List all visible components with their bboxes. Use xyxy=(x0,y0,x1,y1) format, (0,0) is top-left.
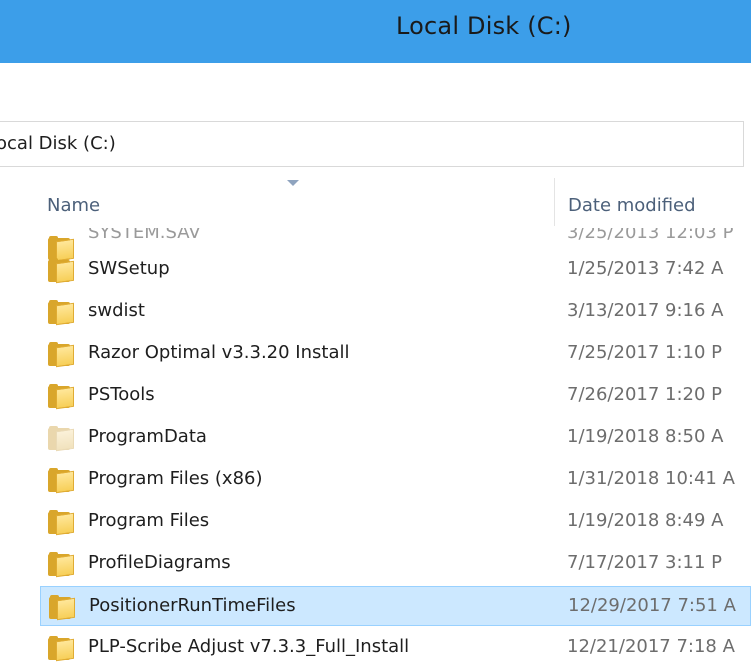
list-item[interactable]: Razor Optimal v3.3.20 Install 7/25/2017 … xyxy=(40,334,751,374)
item-date: 1/19/2018 8:50 A xyxy=(567,426,724,447)
folder-icon xyxy=(48,636,74,662)
item-name: SWSetup xyxy=(88,258,170,279)
item-name: swdist xyxy=(88,300,145,321)
item-name: Program Files xyxy=(88,510,210,531)
item-name: PositionerRunTimeFiles xyxy=(89,595,296,616)
window-title: Local Disk (C:) xyxy=(396,12,572,40)
folder-icon xyxy=(48,552,74,578)
list-item[interactable]: PSTools 7/26/2017 1:20 P xyxy=(40,376,751,416)
ribbon-area xyxy=(0,63,751,119)
folder-icon xyxy=(49,595,75,621)
list-item[interactable]: ProfileDiagrams 7/17/2017 3:11 P xyxy=(40,544,751,584)
item-name: PLP-Scribe Adjust v7.3.3_Full_Install xyxy=(88,636,410,657)
column-divider[interactable] xyxy=(554,178,555,226)
folder-hidden-icon xyxy=(48,426,74,452)
item-name: ProgramData xyxy=(88,426,207,447)
list-item[interactable]: ProgramData 1/19/2018 8:50 A xyxy=(40,418,751,458)
list-item-selected[interactable]: PositionerRunTimeFiles 12/29/2017 7:51 A xyxy=(40,586,751,626)
folder-icon xyxy=(48,258,74,284)
item-name: SYSTEM.SAV xyxy=(88,228,201,243)
item-date: 1/25/2013 7:42 A xyxy=(567,258,724,279)
item-name: Program Files (x86) xyxy=(88,468,263,489)
column-header-date-modified[interactable]: Date modified xyxy=(568,195,696,216)
folder-icon xyxy=(48,384,74,410)
item-name: Razor Optimal v3.3.20 Install xyxy=(88,342,350,363)
item-name: ProfileDiagrams xyxy=(88,552,231,573)
list-item[interactable]: PLP-Scribe Adjust v7.3.3_Full_Install 12… xyxy=(40,628,751,665)
address-path[interactable]: ocal Disk (C:) xyxy=(0,133,116,154)
item-name: PSTools xyxy=(88,384,155,405)
title-bar[interactable]: Local Disk (C:) xyxy=(0,0,751,63)
sort-descending-icon xyxy=(287,180,299,186)
column-header-name[interactable]: Name xyxy=(47,195,100,216)
item-date: 7/26/2017 1:20 P xyxy=(567,384,723,405)
item-date: 7/17/2017 3:11 P xyxy=(567,552,723,573)
list-item[interactable]: Program Files 1/19/2018 8:49 A xyxy=(40,502,751,542)
folder-icon xyxy=(48,468,74,494)
item-date: 12/29/2017 7:51 A xyxy=(568,595,736,616)
folder-icon xyxy=(48,342,74,368)
list-item[interactable]: Program Files (x86) 1/31/2018 10:41 A xyxy=(40,460,751,500)
file-list: SYSTEM.SAV 3/25/2013 12:03 P SWSetup 1/2… xyxy=(0,228,751,665)
folder-icon xyxy=(48,300,74,326)
column-header-row: Name Date modified xyxy=(0,178,751,228)
item-date: 3/25/2013 12:03 P xyxy=(567,228,734,243)
address-bar[interactable]: ocal Disk (C:) xyxy=(0,121,744,167)
item-date: 7/25/2017 1:10 P xyxy=(567,342,723,363)
item-date: 1/19/2018 8:49 A xyxy=(567,510,724,531)
item-date: 1/31/2018 10:41 A xyxy=(567,468,735,489)
list-item[interactable]: SWSetup 1/25/2013 7:42 A xyxy=(40,250,751,290)
folder-icon xyxy=(48,510,74,536)
item-date: 3/13/2017 9:16 A xyxy=(567,300,724,321)
item-date: 12/21/2017 7:18 A xyxy=(567,636,735,657)
list-item[interactable]: swdist 3/13/2017 9:16 A xyxy=(40,292,751,332)
